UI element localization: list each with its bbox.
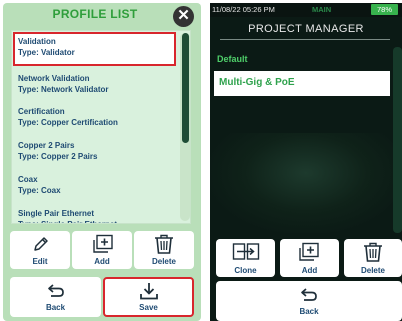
list-item[interactable]: Multi-Gig & PoE xyxy=(214,71,390,96)
add-label: Add xyxy=(301,266,318,275)
project-name: Multi-Gig & PoE xyxy=(219,77,295,88)
delete-label: Delete xyxy=(360,266,385,275)
clone-icon xyxy=(232,243,260,260)
back-button[interactable]: Back xyxy=(10,277,101,317)
scrollbar-track[interactable] xyxy=(393,47,402,233)
status-bar: 11/08/22 05:26 PM MAIN 78% xyxy=(210,3,402,17)
title-divider xyxy=(220,39,390,40)
delete-button[interactable]: Delete xyxy=(344,239,402,277)
profile-name: Single Pair Ethernet xyxy=(18,209,95,218)
back-arrow-icon xyxy=(48,284,64,297)
download-icon xyxy=(140,283,158,300)
trash-icon xyxy=(364,242,382,262)
profile-type: Type: Coax xyxy=(18,186,61,195)
close-icon[interactable]: ✕ xyxy=(173,6,194,27)
add-label: Add xyxy=(94,257,110,266)
clone-button[interactable]: Clone xyxy=(216,239,275,277)
profile-type: Type: Copper 2 Pairs xyxy=(18,152,98,161)
profile-name: Certification xyxy=(18,107,65,116)
list-item[interactable]: Copper 2 Pairs Type: Copper 2 Pairs xyxy=(18,140,97,162)
background-graphic xyxy=(210,133,402,233)
save-label: Save xyxy=(139,303,158,312)
trash-icon xyxy=(155,234,173,254)
battery-indicator: 78% xyxy=(371,4,398,15)
back-label: Back xyxy=(45,303,66,312)
profile-type: Type: Network Validator xyxy=(18,85,109,94)
status-time: 11/08/22 05:26 PM xyxy=(212,5,275,14)
profile-type: Type: Single Pair Ethernet xyxy=(18,219,117,223)
save-button[interactable]: Save xyxy=(103,277,194,317)
back-button[interactable]: Back xyxy=(216,281,402,321)
list-item[interactable]: Validation Type: Validator xyxy=(18,36,75,58)
delete-label: Delete xyxy=(151,257,176,266)
add-button[interactable]: Add xyxy=(72,231,132,269)
profile-name: Network Validation xyxy=(18,74,90,83)
profile-type: Type: Validator xyxy=(18,48,75,57)
page-title: PROFILE LIST xyxy=(52,7,138,21)
list-item[interactable]: Coax Type: Coax xyxy=(18,174,61,196)
profile-type: Type: Copper Certification xyxy=(18,118,118,127)
profile-list-screen: PROFILE LIST ✕ Validation Type: Validato… xyxy=(3,3,201,321)
edit-button[interactable]: Edit xyxy=(10,231,70,269)
add-icon xyxy=(93,234,113,253)
status-mode: MAIN xyxy=(312,5,332,14)
project-manager-screen: 11/08/22 05:26 PM MAIN 78% PROJECT MANAG… xyxy=(210,3,402,321)
back-arrow-icon xyxy=(301,288,317,301)
add-button[interactable]: Add xyxy=(280,239,339,277)
delete-button[interactable]: Delete xyxy=(134,231,194,269)
pencil-icon xyxy=(34,237,48,251)
profile-name: Coax xyxy=(18,175,38,184)
clone-label: Clone xyxy=(234,266,257,275)
back-label: Back xyxy=(299,307,319,316)
edit-label: Edit xyxy=(32,257,48,266)
add-icon xyxy=(299,242,319,261)
profile-list[interactable]: Validation Type: Validator Network Valid… xyxy=(11,30,191,224)
profile-name: Copper 2 Pairs xyxy=(18,141,75,150)
page-title: PROJECT MANAGER xyxy=(248,23,364,35)
section-header: Default xyxy=(217,54,248,64)
list-item[interactable]: Single Pair Ethernet Type: Single Pair E… xyxy=(18,208,117,223)
list-item[interactable]: Certification Type: Copper Certification xyxy=(18,106,118,128)
scrollbar-thumb[interactable] xyxy=(182,33,189,143)
profile-name: Validation xyxy=(18,37,56,46)
list-item[interactable]: Network Validation Type: Network Validat… xyxy=(18,73,109,95)
